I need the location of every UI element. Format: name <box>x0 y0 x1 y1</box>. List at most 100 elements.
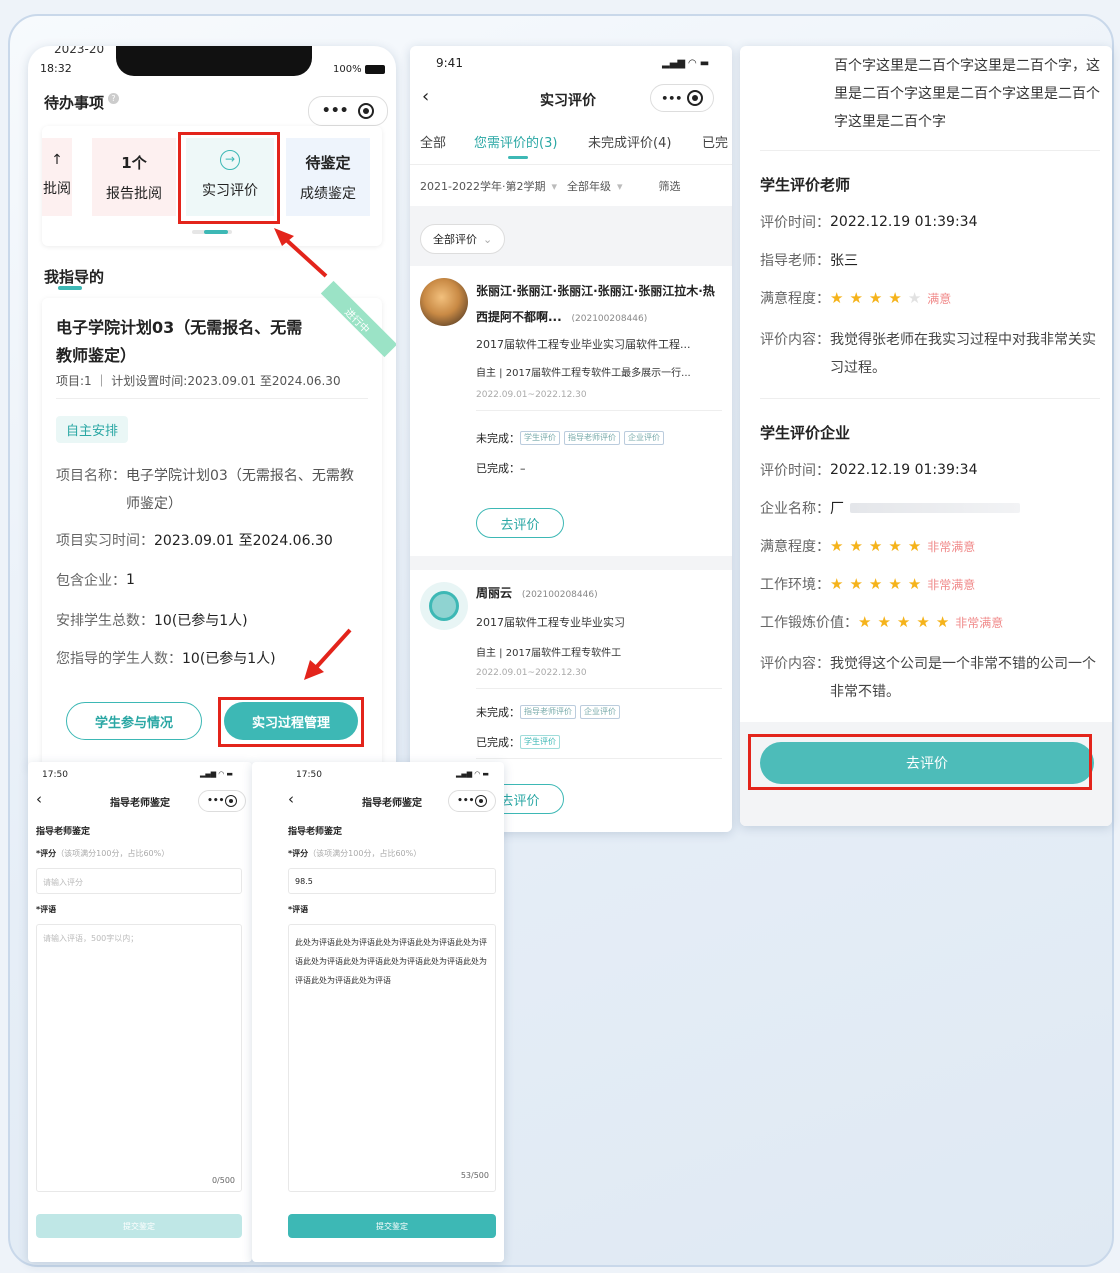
section-student-company: 学生评价企业 <box>760 424 851 442</box>
field-students-total: 安排学生总数： 10(已参与1人) <box>56 610 248 630</box>
field-companies: 包含企业： 1 <box>56 570 135 590</box>
row-value: 张三 <box>830 253 858 269</box>
star-icon: ★ <box>888 537 902 555</box>
submit-button[interactable]: 提交鉴定 <box>36 1214 242 1238</box>
evaluate-button[interactable]: 去评价 <box>476 508 564 538</box>
close-circle-icon[interactable] <box>474 795 487 807</box>
field-value: 电子学院计划03（无需报名、无需教师鉴定） <box>126 468 354 512</box>
tab-done[interactable]: 已完 <box>702 132 728 151</box>
score-value: 98.5 <box>295 877 313 886</box>
row-label: 评价时间： <box>760 215 830 231</box>
tab-active-indicator <box>508 156 528 159</box>
done-row: 已完成： 学生评价 <box>476 734 564 750</box>
field-label: 项目实习时间： <box>56 533 154 549</box>
divider <box>760 150 1100 151</box>
field-value: 1 <box>126 572 135 588</box>
field-label: 项目名称： <box>56 468 126 484</box>
close-circle-icon[interactable] <box>358 103 375 119</box>
page-title: 指导老师鉴定 <box>110 798 170 809</box>
section-title: 指导老师鉴定 <box>36 827 91 837</box>
more-icon[interactable]: ••• <box>207 796 224 806</box>
score-input[interactable]: 98.5 <box>288 868 496 894</box>
mode-badge: 自主安排 <box>56 416 129 443</box>
highlight-process-button <box>218 697 364 747</box>
more-icon[interactable]: ••• <box>457 796 474 806</box>
term-filter[interactable]: 2021-2022学年·第2学期 <box>420 178 545 194</box>
eval-time-row: 评价时间： 2022.12.19 01:39:34 <box>760 212 978 232</box>
row-label: 工作环境： <box>760 577 830 593</box>
undone-label: 未完成： <box>476 432 520 445</box>
comment-row: 评价内容： 我觉得这个公司是一个非常不错的公司一个非常不错。 <box>760 650 1100 706</box>
miniapp-capsule[interactable]: ••• <box>308 96 388 126</box>
todo-tile-grade[interactable]: 待鉴定 成绩鉴定 <box>286 138 370 216</box>
tab-to-evaluate[interactable]: 您需评价的(3) <box>474 132 557 151</box>
company-row: 企业名称： 厂 <box>760 498 1020 518</box>
star-icon: ★ <box>849 537 863 555</box>
comment-textarea[interactable]: 请输入评语，500字以内； 0/500 <box>36 924 242 1192</box>
plan-card[interactable]: 进行中 电子学院计划03（无需报名、无需教师鉴定） 项目:1 ｜ 计划设置时间:… <box>42 280 396 766</box>
filter-button[interactable]: 筛选 <box>659 178 681 194</box>
chevron-down-icon: ▾ <box>551 179 557 193</box>
phone-evaluation-detail: 百个字这里是二百个字这里是二百个字，这里是二百个字这里是二百个字这里是二百个字这… <box>740 46 1112 826</box>
miniapp-capsule[interactable]: ••• <box>198 790 246 812</box>
field-duration: 项目实习时间： 2023.09.01 至2024.06.30 <box>56 530 333 550</box>
arrow-annotation-2 <box>304 628 352 680</box>
more-icon[interactable]: ••• <box>322 103 349 119</box>
close-circle-icon[interactable] <box>224 795 237 807</box>
todo-tile-report[interactable]: 1个 报告批阅 <box>92 138 176 216</box>
row-label: 评价内容： <box>760 332 830 348</box>
star-icon: ★ <box>907 575 922 593</box>
star-icon: ★ <box>935 613 950 631</box>
clock-label: 2023-20 <box>54 46 105 56</box>
page-title: 待办事项 <box>44 94 105 112</box>
tab-unfinished[interactable]: 未完成评价(4) <box>588 132 671 151</box>
undone-row: 未完成： 学生评价 指导老师评价 企业评价 <box>476 430 668 446</box>
rating-environment: 工作环境： ★ ★ ★ ★ ★ 非常满意 <box>760 574 975 594</box>
todo-tile-0[interactable]: ↑ 批阅 <box>42 138 72 216</box>
section-title: 我指导的 <box>44 268 105 286</box>
teacher-row: 指导老师： 张三 <box>760 250 858 270</box>
chevron-down-icon: ▾ <box>616 179 623 193</box>
student-participation-button[interactable]: 学生参与情况 <box>66 702 202 740</box>
rating-label: 非常满意 <box>927 539 976 554</box>
plan-date: 2022.09.01~2022.12.30 <box>476 390 587 400</box>
miniapp-capsule[interactable]: ••• <box>448 790 496 812</box>
avatar <box>420 278 468 326</box>
notch <box>116 46 312 76</box>
filter-bar: 2021-2022学年·第2学期 ▾ 全部年级 ▾ 筛选 <box>420 178 681 194</box>
grade-filter[interactable]: 全部年级 <box>567 178 611 194</box>
tile-count: 待鉴定 <box>305 154 351 172</box>
battery-percent: 100% <box>333 64 362 75</box>
score-input[interactable]: 请输入评分 <box>36 868 242 894</box>
eval-time-row: 评价时间： 2022.12.19 01:39:34 <box>760 460 978 480</box>
evaluation-card: 张丽江·张丽江·张丽江·张丽江·张丽江拉木·热西提阿不都啊... (202100… <box>410 266 732 556</box>
student-name-text: 周丽云 <box>476 586 513 600</box>
row-label: 评价内容： <box>760 656 830 672</box>
page-title: 指导老师鉴定 <box>362 798 422 809</box>
field-label: 包含企业： <box>56 573 126 589</box>
field-value: 10(已参与1人) <box>182 651 276 667</box>
status-battery: 100% <box>333 64 385 75</box>
rating-label: 非常满意 <box>955 615 1004 630</box>
back-icon[interactable]: ‹ <box>36 790 42 808</box>
tabs-divider <box>410 164 732 165</box>
tab-all[interactable]: 全部 <box>420 132 446 151</box>
miniapp-capsule[interactable]: ••• <box>650 84 714 112</box>
close-circle-icon[interactable] <box>686 90 703 106</box>
comment-textarea[interactable]: 此处为评语此处为评语此处为评语此处为评语此处为评语此处为评语此处为评语此处为评语… <box>288 924 496 1192</box>
plan-detail: 自主 | 2017届软件工程专软件工最多展示一行... <box>476 368 691 379</box>
more-icon[interactable]: ••• <box>661 92 682 105</box>
divider <box>476 410 722 411</box>
back-icon[interactable]: ‹ <box>288 790 294 808</box>
submit-button[interactable]: 提交鉴定 <box>288 1214 496 1238</box>
row-label: 满意程度： <box>760 291 830 307</box>
star-empty-icon: ★ <box>907 289 922 307</box>
star-icon: ★ <box>916 613 930 631</box>
student-id: (202100208446) <box>521 590 598 600</box>
filter-chip[interactable]: 全部评价 ⌄ <box>420 224 506 254</box>
divider <box>476 688 722 689</box>
divider <box>760 398 1100 399</box>
divider <box>476 758 722 759</box>
field-label: 安排学生总数： <box>56 613 154 629</box>
back-icon[interactable]: ‹ <box>422 86 429 107</box>
